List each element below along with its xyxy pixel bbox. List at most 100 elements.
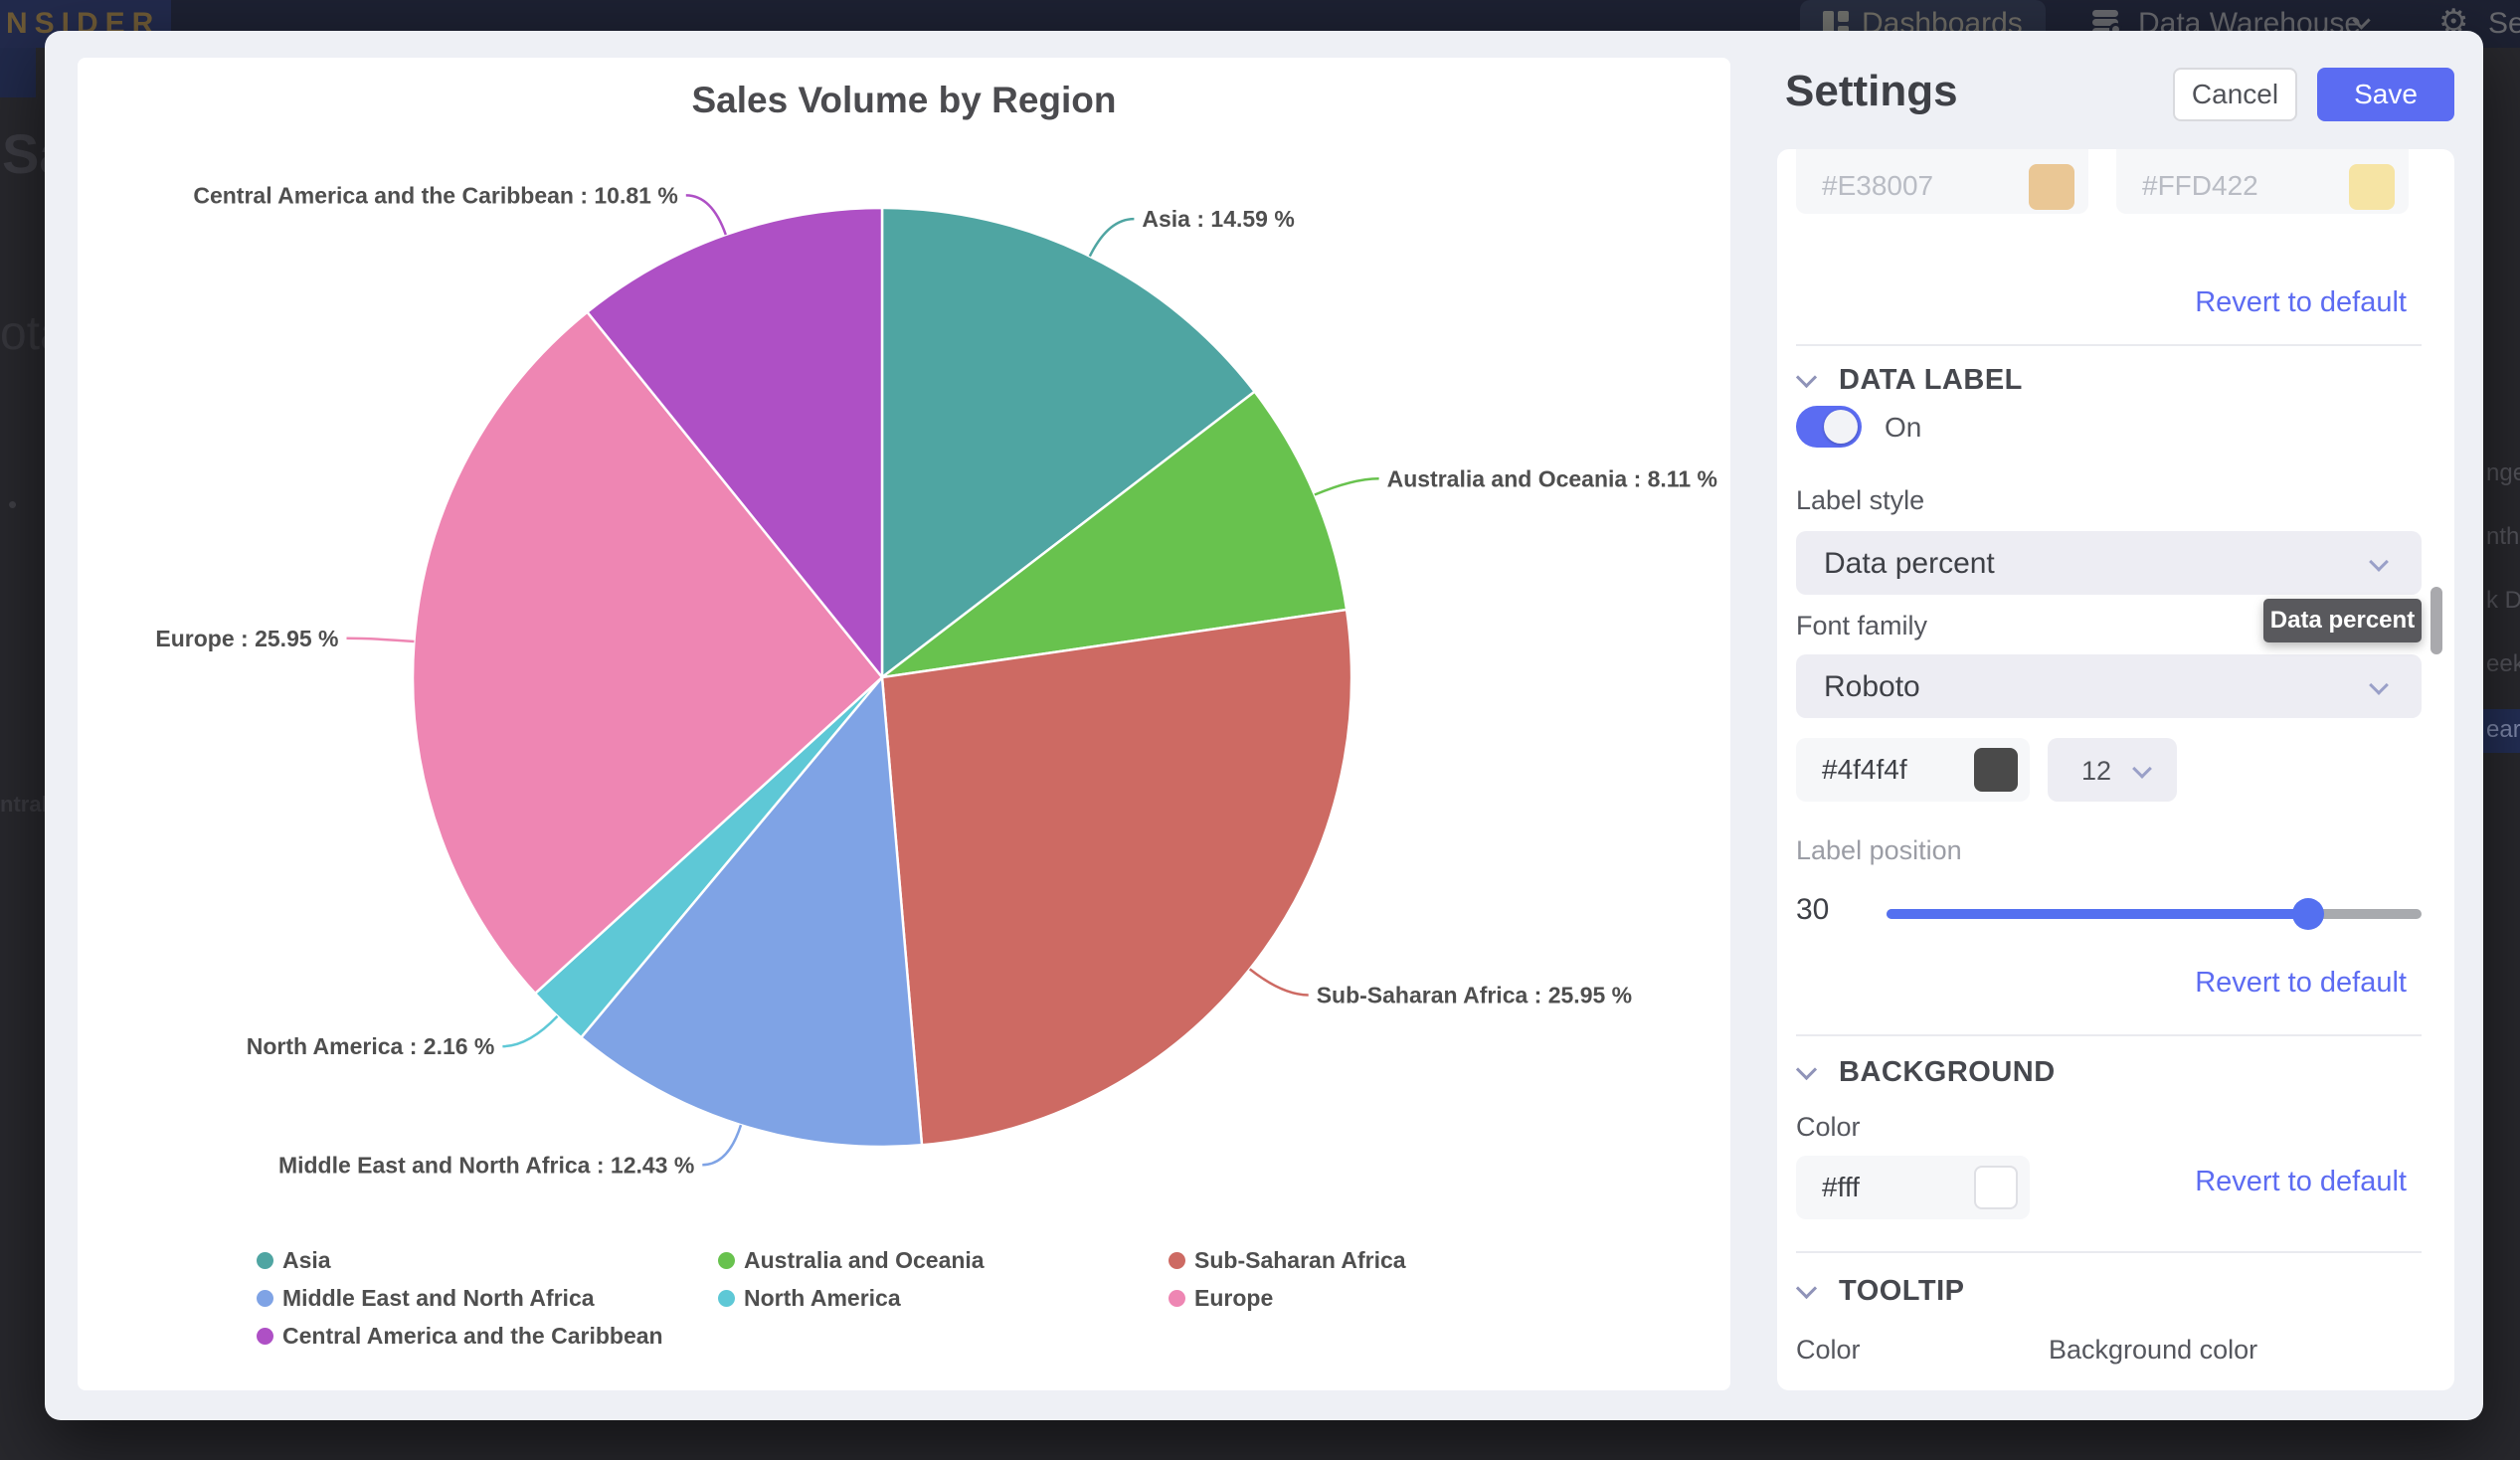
divider	[1796, 1034, 2422, 1036]
pie-chart: Asia : 14.59 % Australia and Oceania : 8.…	[78, 58, 1730, 1390]
label-style-dropdown[interactable]: Data percent	[1796, 531, 2422, 595]
color-swatch[interactable]	[1974, 748, 2018, 792]
label-line	[347, 639, 415, 641]
bg-menu-item-fragment: nth	[2486, 523, 2519, 551]
legend-label: Australia and Oceania	[744, 1247, 985, 1274]
legend-item[interactable]: North America	[718, 1285, 901, 1321]
chart-settings-modal: Sales Volume by Region Asia : 14.59 %Aus…	[45, 31, 2483, 1420]
section-heading-data-label[interactable]: DATA LABEL	[1839, 364, 2023, 397]
toggle-state-label: On	[1885, 412, 1921, 444]
legend-color-dot	[257, 1290, 273, 1307]
bg-menu-item-fragment: eek	[2486, 650, 2520, 678]
legend-item[interactable]: Europe	[1169, 1285, 1273, 1321]
series-color-input-2[interactable]: #FFD422	[2116, 149, 2409, 214]
divider	[1796, 344, 2422, 346]
slider-thumb[interactable]	[2292, 898, 2324, 930]
label-line	[1315, 478, 1379, 494]
section-heading-background[interactable]: BACKGROUND	[1839, 1056, 2056, 1089]
label-line	[686, 195, 726, 235]
label-position-slider[interactable]	[1887, 909, 2422, 919]
topbar-settings-partial: Se	[2488, 7, 2520, 41]
series-color-value-2: #FFD422	[2142, 170, 2258, 202]
dropdown-tooltip: Data percent	[2263, 599, 2422, 642]
background-color-label: Color	[1796, 1112, 1861, 1143]
revert-to-default-link[interactable]: Revert to default	[2195, 967, 2407, 1000]
font-color-input[interactable]: #4f4f4f	[1796, 738, 2030, 802]
font-family-dropdown[interactable]: Roboto	[1796, 654, 2422, 718]
color-swatch[interactable]	[1974, 1166, 2018, 1209]
bg-menu-item-fragment: k D	[2486, 587, 2520, 615]
legend-color-dot	[718, 1252, 735, 1269]
chevron-down-icon	[2369, 552, 2389, 572]
background-color-input[interactable]: #fff	[1796, 1156, 2030, 1219]
bg-menu-item-fragment: nge	[2486, 459, 2520, 487]
font-color-value: #4f4f4f	[1822, 754, 1907, 786]
chart-preview-card: Sales Volume by Region Asia : 14.59 %Aus…	[78, 58, 1730, 1390]
pie-data-label: Central America and the Caribbean : 10.8…	[193, 182, 677, 208]
divider	[1796, 1251, 2422, 1253]
save-button[interactable]: Save	[2317, 68, 2454, 121]
legend-label: North America	[744, 1285, 901, 1312]
chevron-down-icon	[2369, 675, 2389, 695]
tooltip-background-color-label: Background color	[2049, 1335, 2257, 1366]
bg-menu-item-fragment: ear	[2486, 716, 2520, 744]
tooltip-color-label: Color	[1796, 1335, 1861, 1366]
chevron-down-icon[interactable]	[1796, 367, 1817, 388]
font-family-value: Roboto	[1824, 670, 1920, 704]
revert-to-default-link[interactable]: Revert to default	[2195, 286, 2407, 319]
legend-color-dot	[1169, 1290, 1185, 1307]
pie-data-label: North America : 2.16 %	[247, 1033, 495, 1059]
label-line	[702, 1125, 741, 1165]
series-color-value-1: #E38007	[1822, 170, 1933, 202]
pie-slice[interactable]	[882, 610, 1351, 1145]
revert-to-default-link[interactable]: Revert to default	[2195, 1166, 2407, 1198]
settings-scroll-panel: #E38007 #FFD422 Revert to default DATA L…	[1777, 149, 2454, 1390]
chevron-down-icon[interactable]	[1796, 1278, 1817, 1299]
legend-color-dot	[257, 1328, 273, 1345]
label-line	[502, 1016, 557, 1046]
bg-text-fragment: ntral	[0, 792, 48, 818]
toggle-knob	[1824, 410, 1858, 444]
pie-data-label: Asia : 14.59 %	[1142, 206, 1294, 232]
pie-data-label: Middle East and North Africa : 12.43 %	[278, 1152, 694, 1178]
label-style-value: Data percent	[1824, 547, 1995, 581]
font-family-label: Font family	[1796, 611, 1927, 641]
background-color-value: #fff	[1822, 1172, 1860, 1203]
label-style-label: Label style	[1796, 485, 1924, 516]
data-label-toggle[interactable]	[1796, 406, 1862, 448]
label-line	[1090, 219, 1135, 257]
legend-color-dot	[257, 1252, 273, 1269]
legend-label: Sub-Saharan Africa	[1194, 1247, 1406, 1274]
pie-data-label: Europe : 25.95 %	[155, 626, 338, 651]
section-heading-tooltip[interactable]: TOOLTIP	[1839, 1275, 1964, 1308]
pie-data-label: Sub-Saharan Africa : 25.95 %	[1317, 983, 1632, 1008]
legend-label: Asia	[282, 1247, 331, 1274]
cancel-button[interactable]: Cancel	[2173, 68, 2297, 121]
legend-label: Central America and the Caribbean	[282, 1323, 663, 1350]
font-size-value: 12	[2081, 756, 2111, 787]
chevron-down-icon	[2132, 759, 2152, 779]
label-position-label: Label position	[1796, 835, 1962, 866]
slider-fill	[1887, 909, 2308, 919]
legend-item[interactable]: Middle East and North Africa	[257, 1285, 595, 1321]
pie-data-label: Australia and Oceania : 8.11 %	[1387, 465, 1717, 491]
legend-label: Middle East and North Africa	[282, 1285, 595, 1312]
legend-item[interactable]: Asia	[257, 1247, 331, 1283]
sidebar-selected-fragment	[0, 48, 36, 97]
color-swatch[interactable]	[2349, 164, 2395, 210]
legend-item[interactable]: Sub-Saharan Africa	[1169, 1247, 1406, 1283]
bg-bullet-fragment: •	[8, 489, 17, 520]
color-swatch[interactable]	[2029, 164, 2074, 210]
legend-color-dot	[1169, 1252, 1185, 1269]
label-position-value: 30	[1796, 893, 1829, 927]
legend-item[interactable]: Australia and Oceania	[718, 1247, 985, 1283]
scrollbar-thumb[interactable]	[2430, 587, 2442, 654]
settings-panel-title: Settings	[1785, 67, 1958, 116]
label-line	[1250, 969, 1309, 995]
legend-label: Europe	[1194, 1285, 1273, 1312]
font-size-dropdown[interactable]: 12	[2048, 738, 2177, 802]
legend-item[interactable]: Central America and the Caribbean	[257, 1323, 663, 1359]
legend-color-dot	[718, 1290, 735, 1307]
series-color-input-1[interactable]: #E38007	[1796, 149, 2088, 214]
chevron-down-icon[interactable]	[1796, 1059, 1817, 1080]
